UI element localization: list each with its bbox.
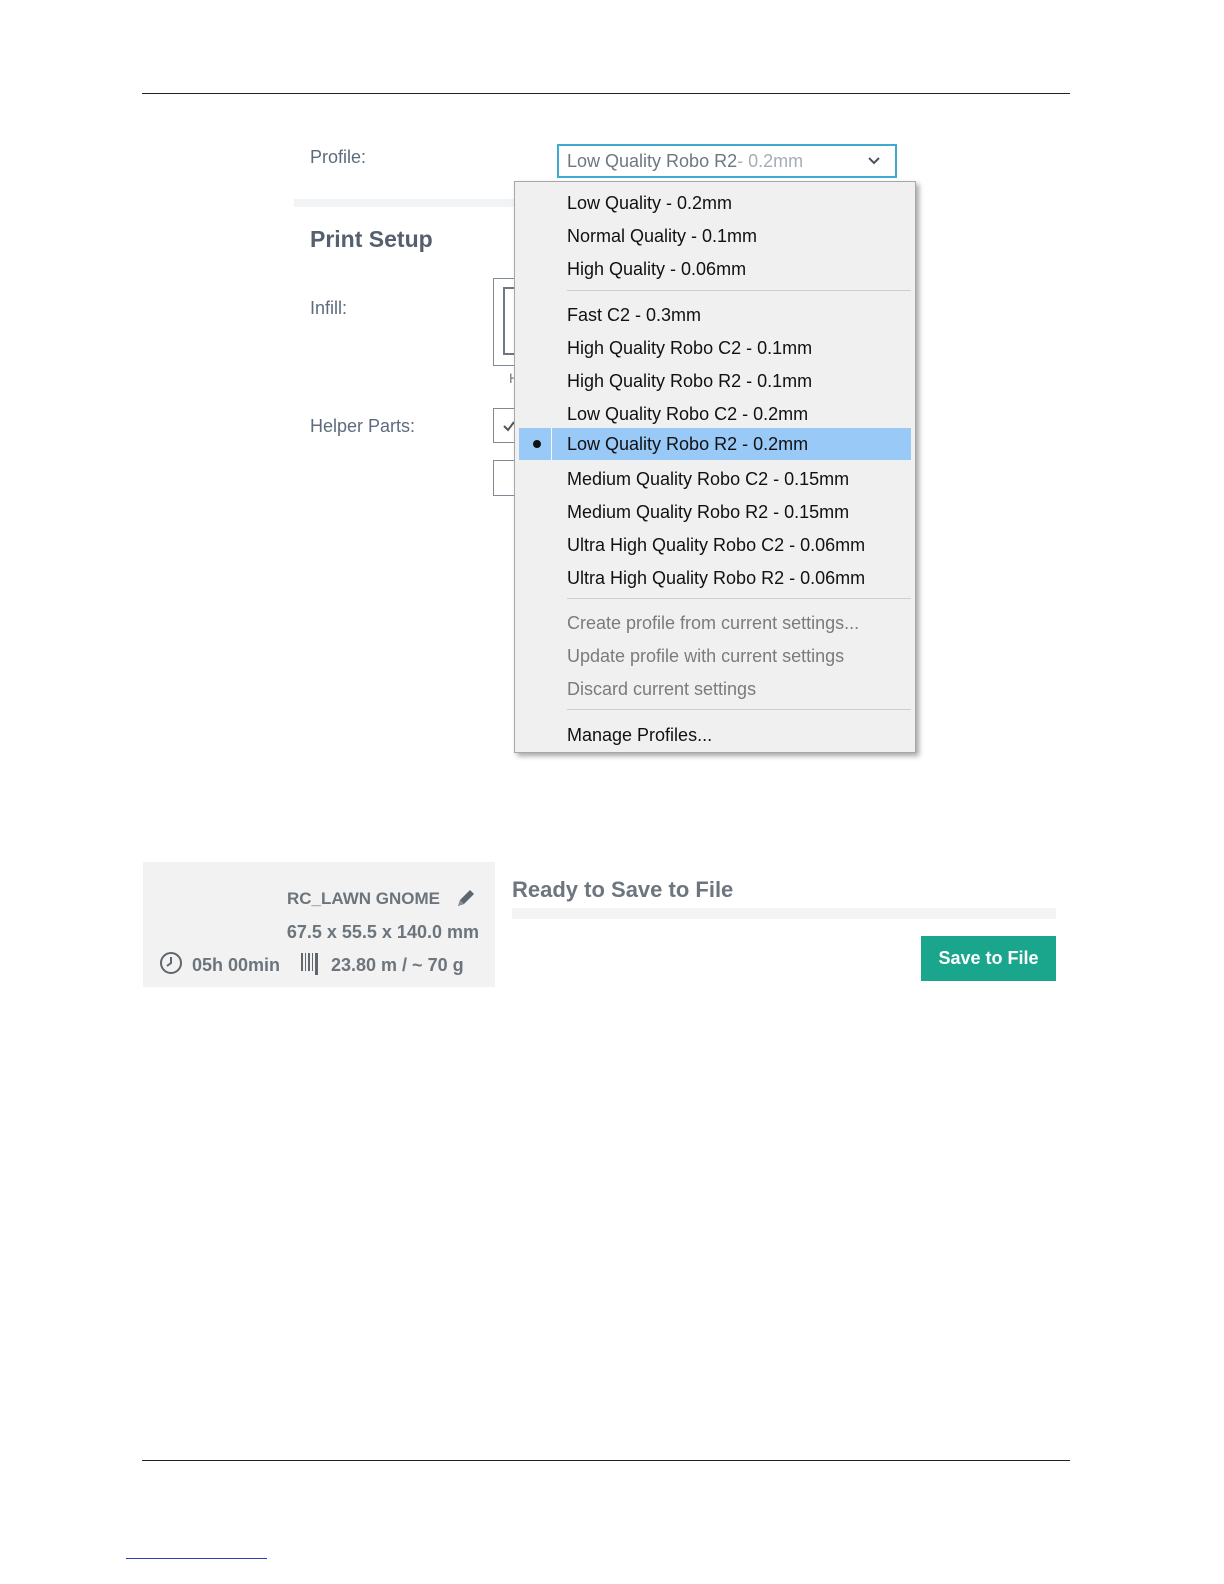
job-name: RC_LAWN GNOME [287,889,440,908]
menu-item[interactable]: Ultra High Quality Robo R2 - 0.06mm [519,562,911,594]
save-to-file-button[interactable]: Save to File [921,936,1056,981]
profile-select-suffix: - 0.2mm [737,150,804,171]
menu-item[interactable]: Normal Quality - 0.1mm [519,220,911,252]
material-usage: 23.80 m / ~ 70 g [331,955,464,975]
settings-panel-strip [294,199,518,207]
header-rule [142,93,1070,94]
helper-parts-label: Helper Parts: [310,416,416,436]
menu-item[interactable]: High Quality Robo C2 - 0.1mm [519,332,911,364]
menu-item[interactable]: Medium Quality Robo R2 - 0.15mm [519,496,911,528]
menu-separator [567,709,911,710]
job-info-card: RC_LAWN GNOME 67.5 x 55.5 x 140.0 mm 05h… [143,862,495,987]
menu-item[interactable]: Ultra High Quality Robo C2 - 0.06mm [519,529,911,561]
menu-item[interactable]: Medium Quality Robo C2 - 0.15mm [519,463,911,495]
menu-item-label: Low Quality Robo R2 - 0.2mm [567,434,809,454]
footer-link-underline[interactable] [126,1558,267,1559]
menu-item-selected[interactable]: Low Quality Robo R2 - 0.2mm [519,428,911,460]
footer-rule [142,1460,1070,1461]
selected-dot-icon [533,440,541,448]
menu-item[interactable]: Low Quality - 0.2mm [519,187,911,219]
clock-icon [160,952,182,974]
filament-icon [301,953,318,975]
print-time: 05h 00min [192,955,281,975]
menu-item-update-profile: Update profile with current settings [567,646,845,666]
job-dimensions: 67.5 x 55.5 x 140.0 mm [286,922,479,942]
chevron-down-icon [868,157,880,165]
infill-label: Infill: [310,298,348,318]
pencil-icon[interactable] [455,887,477,909]
menu-item-create-profile: Create profile from current settings... [567,613,860,633]
status-title: Ready to Save to File [512,877,734,902]
menu-separator [567,290,911,291]
menu-item[interactable]: Fast C2 - 0.3mm [519,299,911,331]
menu-item[interactable]: Low Quality Robo C2 - 0.2mm [519,398,911,430]
menu-item-manage-profiles[interactable]: Manage Profiles... [519,719,911,751]
profile-label: Profile: [310,147,367,167]
profile-dropdown-menu: Low Quality - 0.2mm Normal Quality - 0.1… [514,181,916,753]
progress-bar [512,908,1056,919]
profile-select[interactable]: Low Quality Robo R2 - 0.2mm [557,144,897,178]
print-setup-title: Print Setup [310,226,433,252]
menu-separator [567,598,911,599]
menu-item[interactable]: High Quality Robo R2 - 0.1mm [519,365,911,397]
menu-item-discard-settings: Discard current settings [567,679,757,699]
menu-item[interactable]: High Quality - 0.06mm [519,253,911,285]
profile-select-name: Low Quality Robo R2 [567,150,738,171]
